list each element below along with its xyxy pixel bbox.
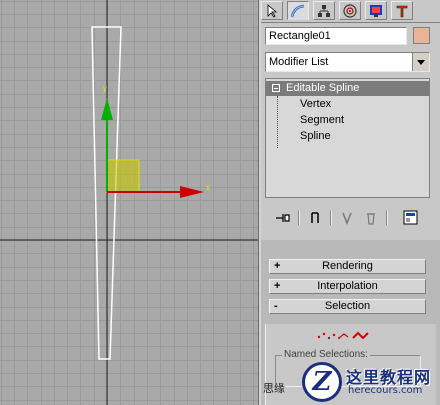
configure-modifier-sets-icon[interactable] <box>401 209 421 227</box>
toolbar-divider <box>330 211 332 225</box>
remove-modifier-icon[interactable] <box>361 209 381 227</box>
object-name-field[interactable]: Rectangle01 <box>265 27 407 45</box>
stack-item-label: Editable Spline <box>286 82 360 94</box>
y-axis-arrow-icon[interactable] <box>101 98 113 120</box>
rollout-rendering[interactable]: + Rendering <box>269 259 426 274</box>
command-panel-tabs <box>261 0 440 23</box>
viewport-perspective[interactable]: y x <box>0 0 258 405</box>
display-icon[interactable] <box>365 1 387 20</box>
command-panel: Rectangle01 Modifier List Editable Splin… <box>261 0 440 405</box>
segment-level-icon[interactable] <box>338 333 349 339</box>
utilities-icon[interactable] <box>391 1 413 20</box>
rollout-sign: - <box>274 300 278 312</box>
truncated-label: 思缘 <box>263 383 285 395</box>
collapse-icon[interactable] <box>272 84 280 92</box>
stack-item-editable-spline[interactable]: Editable Spline <box>266 81 429 96</box>
rollout-interpolation[interactable]: + Interpolation <box>269 279 426 294</box>
chevron-down-icon[interactable] <box>412 53 429 71</box>
hierarchy-icon[interactable] <box>313 1 335 20</box>
stack-subitem-label: Spline <box>300 130 331 142</box>
make-unique-icon[interactable] <box>337 209 357 227</box>
rollout-sign: + <box>274 260 281 272</box>
motion-icon[interactable] <box>339 1 361 20</box>
stack-toolbar <box>261 205 440 231</box>
named-selections-label: Named Selections: <box>282 349 370 360</box>
show-end-result-icon[interactable] <box>305 209 325 227</box>
pin-stack-icon[interactable] <box>273 209 293 227</box>
watermark: Z 这里教程网 herecours.com <box>300 360 440 405</box>
watermark-logo: Z <box>302 362 342 402</box>
viewport-canvas[interactable]: y x <box>0 0 258 405</box>
sub-object-level-buttons <box>317 331 369 340</box>
spline-level-icon[interactable] <box>352 331 369 340</box>
toolbar-divider <box>298 211 300 225</box>
rollout-label: Rendering <box>322 260 373 272</box>
stack-subitem-segment[interactable]: Segment <box>266 113 440 128</box>
transform-gizmo-xy-plane[interactable] <box>106 159 140 193</box>
rollout-sign: + <box>274 280 281 292</box>
rollout-selection[interactable]: - Selection <box>269 299 426 314</box>
viewport-grid <box>0 0 258 405</box>
watermark-logo-letter: Z <box>312 367 332 397</box>
stack-subitem-spline[interactable]: Spline <box>266 129 440 144</box>
x-axis-label: x <box>206 183 210 192</box>
vertex-level-icon[interactable] <box>317 332 336 340</box>
object-color-swatch[interactable] <box>413 27 430 44</box>
stack-subitem-label: Segment <box>300 114 345 126</box>
toolbar-divider <box>386 211 388 225</box>
modifier-list-dropdown[interactable]: Modifier List <box>265 52 430 72</box>
rollout-label: Interpolation <box>317 280 378 292</box>
create-icon[interactable] <box>261 1 283 20</box>
rollout-label: Selection <box>324 300 371 312</box>
y-axis-label: y <box>103 84 107 93</box>
modifier-list-label: Modifier List <box>269 56 329 68</box>
modifier-stack[interactable]: Editable Spline Vertex Segment Spline <box>265 78 430 198</box>
watermark-url: herecours.com <box>348 385 423 396</box>
stack-subitem-vertex[interactable]: Vertex <box>266 97 440 112</box>
modify-icon[interactable] <box>287 1 309 20</box>
stack-subitem-label: Vertex <box>300 98 332 110</box>
